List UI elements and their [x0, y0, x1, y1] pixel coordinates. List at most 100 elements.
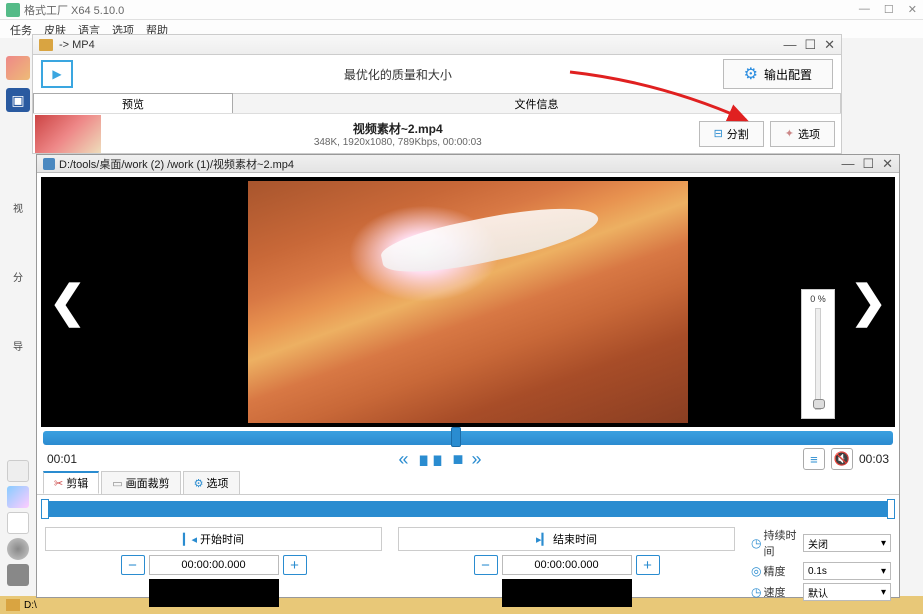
clock-icon: ◷ — [751, 536, 761, 550]
tab-crop[interactable]: ▭ 画面裁剪 — [101, 471, 180, 494]
gear-icon: ⚙ — [744, 64, 758, 84]
next-arrow-icon[interactable]: ❯ — [850, 277, 887, 328]
time-total: 00:03 — [859, 452, 889, 466]
taskbar-path[interactable]: D:\ — [24, 600, 37, 611]
main-titlebar: 格式工厂 X64 5.10.0 — ☐ ✕ — [0, 0, 923, 20]
mute-button[interactable]: 🔇 — [831, 448, 853, 470]
duration-label: 持续时间 — [763, 527, 799, 559]
file-thumbnail[interactable] — [35, 115, 101, 153]
minimize-icon[interactable]: — — [859, 3, 870, 16]
stop-icon[interactable]: ■ — [453, 449, 464, 470]
tab-trim-label: 剪辑 — [66, 475, 88, 491]
start-time-button[interactable]: ▎◂ 开始时间 — [45, 527, 382, 551]
player-title: D:/tools/桌面/work (2) /work (1)/视频素材~2.mp… — [59, 156, 841, 172]
subtitle-button[interactable]: ≡ — [803, 448, 825, 470]
app-icon — [6, 3, 20, 17]
speed-icon: ◷ — [751, 585, 761, 599]
tab-trim[interactable]: ✂ 剪辑 — [43, 471, 99, 494]
file-meta: 348K, 1920x1080, 789Kbps, 00:00:03 — [103, 137, 693, 148]
quality-message: 最优化的质量和大小 — [81, 66, 715, 83]
options-button[interactable]: ✦ 选项 — [770, 121, 835, 147]
tab-fileinfo[interactable]: 文件信息 — [233, 94, 841, 113]
seek-handle[interactable] — [451, 427, 461, 447]
convert-window: -> MP4 — ☐ ✕ 最优化的质量和大小 ⚙ 输出配置 预览 文件信息 视频… — [32, 34, 842, 154]
sidebar-tools-icon[interactable] — [7, 564, 29, 586]
end-marker-icon: ▸▎ — [536, 533, 550, 546]
side-label-export: 导 — [13, 338, 23, 353]
sidebar-image-icon[interactable] — [7, 486, 29, 508]
target-icon: ◎ — [751, 564, 761, 578]
sidebar-photo-icon[interactable] — [6, 56, 30, 80]
trim-handle-left[interactable] — [41, 499, 49, 519]
video-area[interactable]: ❮ ❯ 0 % — [41, 177, 895, 427]
split-icon: ⊟ — [714, 127, 723, 140]
split-button[interactable]: ⊟ 分割 — [699, 121, 764, 147]
end-time-button[interactable]: ▸▎ 结束时间 — [398, 527, 735, 551]
start-preview — [149, 579, 279, 607]
folder-icon — [6, 599, 20, 611]
convert-title: -> MP4 — [59, 39, 783, 51]
volume-value: 0 % — [810, 294, 826, 304]
sidebar-video-icon[interactable]: ▣ — [6, 88, 30, 112]
chevron-down-icon: ▾ — [881, 566, 886, 577]
scissors-icon: ✂ — [54, 477, 63, 490]
close-icon[interactable]: ✕ — [882, 156, 893, 172]
side-label-split: 分 — [13, 269, 23, 284]
crop-icon: ▭ — [112, 477, 122, 490]
trim-range-bar[interactable] — [45, 501, 891, 517]
time-current: 00:01 — [47, 452, 77, 466]
sidebar-doc-icon[interactable] — [7, 512, 29, 534]
prev-arrow-icon[interactable]: ❮ — [49, 277, 86, 328]
start-marker-icon: ▎◂ — [183, 533, 197, 546]
app-title: 格式工厂 X64 5.10.0 — [24, 2, 859, 18]
rewind-icon[interactable]: « — [399, 449, 409, 470]
close-icon[interactable]: ✕ — [824, 38, 835, 51]
video-frame — [248, 181, 688, 423]
forward-icon[interactable]: » — [471, 449, 481, 470]
start-time-value[interactable]: 00:00:00.000 — [149, 555, 279, 575]
end-minus-button[interactable]: − — [474, 555, 498, 575]
chevron-down-icon: ▾ — [881, 538, 886, 549]
output-config-label: 输出配置 — [764, 66, 812, 83]
volume-slider[interactable] — [815, 308, 821, 410]
tab-options[interactable]: ⚙ 选项 — [183, 471, 240, 494]
trim-handle-right[interactable] — [887, 499, 895, 519]
gear-icon: ⚙ — [194, 477, 204, 490]
start-minus-button[interactable]: − — [121, 555, 145, 575]
options-label: 选项 — [798, 126, 820, 142]
options-icon: ✦ — [785, 127, 794, 140]
close-icon[interactable]: ✕ — [908, 3, 917, 16]
maximize-icon[interactable]: ☐ — [804, 38, 816, 51]
volume-thumb[interactable] — [813, 399, 825, 409]
side-label-video: 视 — [13, 200, 23, 215]
end-time-value[interactable]: 00:00:00.000 — [502, 555, 632, 575]
maximize-icon[interactable]: ☐ — [884, 3, 894, 16]
volume-panel: 0 % — [801, 289, 835, 419]
tab-preview[interactable]: 预览 — [33, 93, 233, 113]
file-name: 视频素材~2.mp4 — [103, 120, 693, 137]
end-preview — [502, 579, 632, 607]
maximize-icon[interactable]: ☐ — [862, 156, 874, 172]
output-config-button[interactable]: ⚙ 输出配置 — [723, 59, 833, 89]
file-row: 视频素材~2.mp4 348K, 1920x1080, 789Kbps, 00:… — [33, 113, 841, 153]
duration-select[interactable]: 关闭▾ — [803, 534, 891, 552]
player-icon — [43, 158, 55, 170]
start-plus-button[interactable]: + — [283, 555, 307, 575]
seek-bar[interactable] — [43, 431, 893, 445]
tab-crop-label: 画面裁剪 — [126, 475, 170, 491]
sidebar-disc-icon[interactable] — [7, 538, 29, 560]
end-plus-button[interactable]: + — [636, 555, 660, 575]
precision-label: 精度 — [763, 563, 785, 579]
folder-icon — [39, 39, 53, 51]
speed-select[interactable]: 默认▾ — [803, 583, 891, 601]
play-icon[interactable] — [41, 60, 73, 88]
chevron-down-icon: ▾ — [881, 587, 886, 598]
precision-select[interactable]: 0.1s▾ — [803, 562, 891, 580]
end-time-label: 结束时间 — [553, 531, 597, 547]
sidebar-music-icon[interactable] — [7, 460, 29, 482]
minimize-icon[interactable]: — — [841, 156, 854, 172]
menu-task[interactable]: 任务 — [10, 22, 32, 36]
minimize-icon[interactable]: — — [783, 38, 796, 51]
pause-icon[interactable]: ∎∎ — [417, 446, 445, 472]
tab-options-label: 选项 — [207, 475, 229, 491]
